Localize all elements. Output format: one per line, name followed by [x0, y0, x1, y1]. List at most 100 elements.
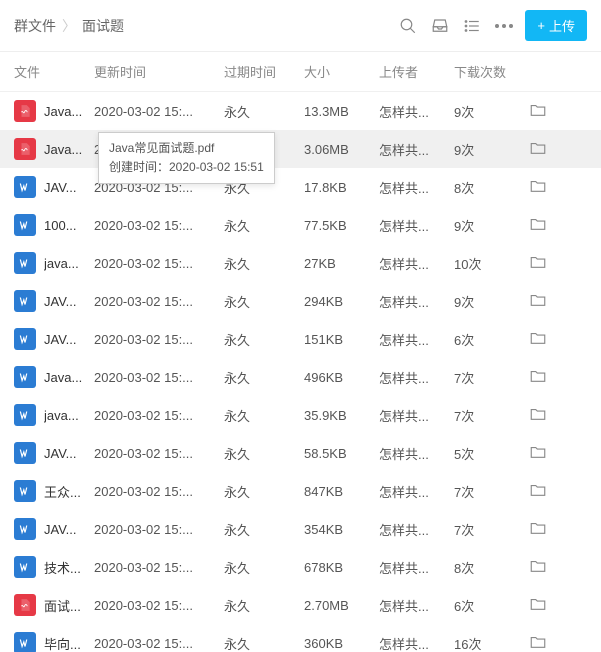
col-size[interactable]: 大小	[304, 62, 379, 81]
folder-action-icon[interactable]	[529, 367, 559, 388]
updated-time: 2020-03-02 15:...	[94, 256, 224, 271]
updated-time: 2020-03-02 15:...	[94, 332, 224, 347]
search-icon[interactable]	[399, 17, 417, 35]
uploader: 怎样共...	[379, 558, 454, 577]
col-uploader[interactable]: 上传者	[379, 62, 454, 81]
expire-time: 永久	[224, 520, 304, 539]
header: 群文件 〉 面试题 + 上传	[0, 0, 601, 52]
expire-time: 永久	[224, 558, 304, 577]
table-row[interactable]: JAV... 2020-03-02 15:... 永久 17.8KB 怎样共..…	[0, 168, 601, 206]
table-row[interactable]: JAV... 2020-03-02 15:... 永久 58.5KB 怎样共..…	[0, 434, 601, 472]
file-name: JAV...	[44, 446, 86, 461]
file-list[interactable]: Java... 2020-03-02 15:... 永久 13.3MB 怎样共.…	[0, 92, 601, 652]
folder-action-icon[interactable]	[529, 139, 559, 160]
word-icon	[14, 176, 36, 198]
downloads: 5次	[454, 444, 529, 463]
uploader: 怎样共...	[379, 520, 454, 539]
folder-action-icon[interactable]	[529, 329, 559, 350]
table-row[interactable]: 100... 2020-03-02 15:... 永久 77.5KB 怎样共..…	[0, 206, 601, 244]
word-icon	[14, 328, 36, 350]
tooltip-created: 创建时间：2020-03-02 15:51	[109, 158, 264, 177]
word-icon	[14, 366, 36, 388]
folder-action-icon[interactable]	[529, 177, 559, 198]
col-file[interactable]: 文件	[14, 62, 94, 81]
uploader: 怎样共...	[379, 102, 454, 121]
folder-action-icon[interactable]	[529, 101, 559, 122]
table-row[interactable]: 王众... 2020-03-02 15:... 永久 847KB 怎样共... …	[0, 472, 601, 510]
expire-time: 永久	[224, 254, 304, 273]
table-row[interactable]: JAV... 2020-03-02 15:... 永久 354KB 怎样共...…	[0, 510, 601, 548]
table-row[interactable]: 面试... 2020-03-02 15:... 永久 2.70MB 怎样共...…	[0, 586, 601, 624]
table-row[interactable]: Java... 2020-03-02 15:... 永久 496KB 怎样共..…	[0, 358, 601, 396]
word-icon	[14, 518, 36, 540]
uploader: 怎样共...	[379, 444, 454, 463]
col-downloads[interactable]: 下载次数	[454, 62, 529, 81]
file-name: 面试...	[44, 596, 86, 615]
table-row[interactable]: Java... 2020-03-02 15:... 永久 3.06MB 怎样共.…	[0, 130, 601, 168]
folder-action-icon[interactable]	[529, 253, 559, 274]
updated-time: 2020-03-02 15:...	[94, 522, 224, 537]
file-size: 354KB	[304, 522, 379, 537]
file-size: 17.8KB	[304, 180, 379, 195]
file-name: Java...	[44, 142, 86, 157]
uploader: 怎样共...	[379, 368, 454, 387]
table-row[interactable]: java... 2020-03-02 15:... 永久 27KB 怎样共...…	[0, 244, 601, 282]
table-row[interactable]: java... 2020-03-02 15:... 永久 35.9KB 怎样共.…	[0, 396, 601, 434]
col-expire[interactable]: 过期时间	[224, 62, 304, 81]
file-size: 2.70MB	[304, 598, 379, 613]
folder-action-icon[interactable]	[529, 519, 559, 540]
word-icon	[14, 404, 36, 426]
file-size: 77.5KB	[304, 218, 379, 233]
expire-time: 永久	[224, 406, 304, 425]
folder-action-icon[interactable]	[529, 405, 559, 426]
uploader: 怎样共...	[379, 596, 454, 615]
updated-time: 2020-03-02 15:...	[94, 560, 224, 575]
uploader: 怎样共...	[379, 406, 454, 425]
table-row[interactable]: JAV... 2020-03-02 15:... 永久 151KB 怎样共...…	[0, 320, 601, 358]
breadcrumb-sep-icon: 〉	[62, 16, 76, 36]
updated-time: 2020-03-02 15:...	[94, 484, 224, 499]
folder-action-icon[interactable]	[529, 595, 559, 616]
col-updated[interactable]: 更新时间	[94, 62, 224, 81]
inbox-icon[interactable]	[431, 17, 449, 35]
uploader: 怎样共...	[379, 140, 454, 159]
breadcrumb: 群文件 〉 面试题	[14, 16, 399, 36]
file-name: 技术...	[44, 558, 86, 577]
table-row[interactable]: 毕向... 2020-03-02 15:... 永久 360KB 怎样共... …	[0, 624, 601, 652]
folder-action-icon[interactable]	[529, 481, 559, 502]
table-row[interactable]: 技术... 2020-03-02 15:... 永久 678KB 怎样共... …	[0, 548, 601, 586]
file-size: 58.5KB	[304, 446, 379, 461]
file-name: 王众...	[44, 482, 86, 501]
pdf-icon	[14, 138, 36, 160]
file-name: JAV...	[44, 332, 86, 347]
folder-action-icon[interactable]	[529, 291, 559, 312]
downloads: 7次	[454, 368, 529, 387]
breadcrumb-current[interactable]: 面试题	[82, 16, 124, 36]
uploader: 怎样共...	[379, 178, 454, 197]
word-icon	[14, 632, 36, 652]
updated-time: 2020-03-02 15:...	[94, 598, 224, 613]
file-size: 35.9KB	[304, 408, 379, 423]
word-icon	[14, 252, 36, 274]
breadcrumb-root[interactable]: 群文件	[14, 16, 56, 36]
folder-action-icon[interactable]	[529, 557, 559, 578]
file-size: 27KB	[304, 256, 379, 271]
expire-time: 永久	[224, 368, 304, 387]
downloads: 6次	[454, 330, 529, 349]
file-name: 毕向...	[44, 634, 86, 652]
file-size: 151KB	[304, 332, 379, 347]
more-icon[interactable]	[495, 24, 513, 28]
downloads: 8次	[454, 178, 529, 197]
uploader: 怎样共...	[379, 254, 454, 273]
uploader: 怎样共...	[379, 292, 454, 311]
file-size: 678KB	[304, 560, 379, 575]
word-icon	[14, 480, 36, 502]
folder-action-icon[interactable]	[529, 443, 559, 464]
folder-action-icon[interactable]	[529, 215, 559, 236]
table-row[interactable]: Java... 2020-03-02 15:... 永久 13.3MB 怎样共.…	[0, 92, 601, 130]
file-size: 294KB	[304, 294, 379, 309]
folder-action-icon[interactable]	[529, 633, 559, 652]
upload-button[interactable]: + 上传	[525, 10, 587, 41]
table-row[interactable]: JAV... 2020-03-02 15:... 永久 294KB 怎样共...…	[0, 282, 601, 320]
list-icon[interactable]	[463, 17, 481, 35]
